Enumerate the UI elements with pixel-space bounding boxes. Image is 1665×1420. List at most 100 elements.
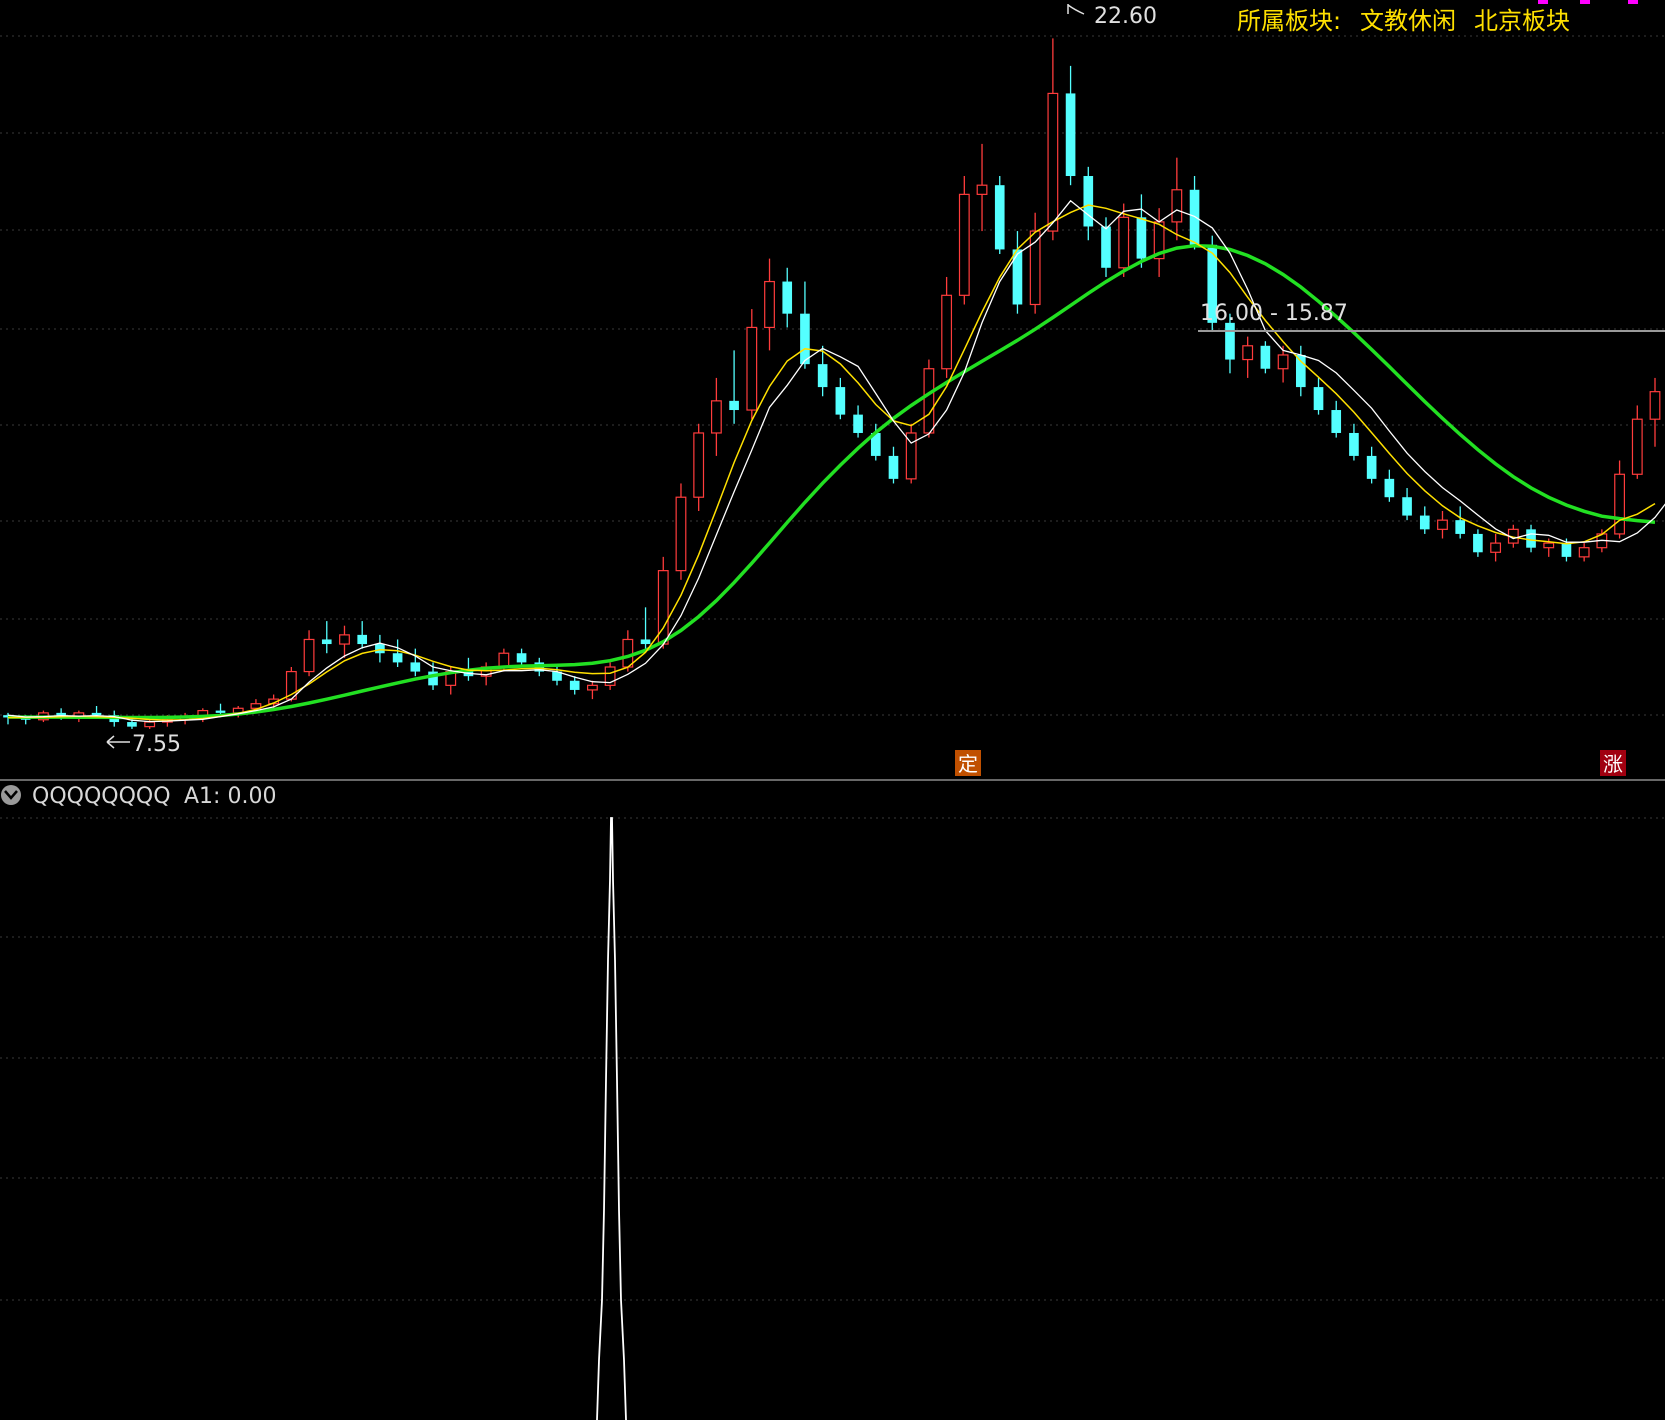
candle [1419, 506, 1430, 534]
candle [569, 676, 580, 695]
candle-body [1295, 354, 1306, 388]
candle [604, 662, 616, 690]
candle-body [321, 639, 332, 645]
grid-lines [0, 35, 1665, 1301]
candle-body [1189, 189, 1200, 245]
candle-body [1578, 547, 1590, 558]
candle-body [958, 193, 970, 296]
candle-body [817, 364, 828, 388]
candle [1153, 208, 1165, 277]
candle-body [622, 638, 634, 668]
candle-body [375, 644, 385, 654]
candle [1029, 212, 1041, 314]
candle [1490, 533, 1502, 562]
candle [321, 621, 332, 654]
candle-body [1047, 92, 1059, 232]
low-arrow-icon [106, 735, 130, 749]
candle-body [1419, 515, 1430, 530]
marker-ding: 定 [958, 752, 978, 776]
candle [1313, 377, 1324, 415]
candle [375, 634, 385, 663]
candle [958, 176, 970, 305]
candle [675, 483, 687, 580]
candle-body [1366, 455, 1377, 479]
candle [410, 648, 421, 677]
candle-body [1614, 473, 1625, 535]
candle [640, 607, 651, 649]
candle [941, 276, 953, 378]
candle-body [1313, 387, 1324, 411]
candle [657, 556, 669, 649]
candle-body [835, 387, 846, 415]
candle [1065, 65, 1076, 186]
low-label: 7.55 [132, 732, 181, 757]
magenta-mark-1 [1538, 0, 1548, 4]
high-flag-icon [1067, 4, 1085, 15]
candle-body [1437, 519, 1448, 530]
candle-body [357, 634, 368, 645]
candle-body [1118, 216, 1130, 269]
candle [1402, 488, 1412, 521]
candle-body [1455, 520, 1466, 534]
candle-body [764, 280, 775, 329]
candle-body [675, 496, 687, 572]
candle [1189, 176, 1200, 250]
candle [516, 648, 527, 667]
candle-body [587, 684, 598, 691]
candle [1260, 341, 1271, 374]
candle [1171, 157, 1183, 241]
candle-body [144, 721, 156, 728]
candle-body [1225, 322, 1235, 360]
range-label: 16.00 - 15.87 [1200, 301, 1348, 326]
candle-body [516, 653, 527, 663]
candle [729, 350, 739, 424]
candle [357, 621, 368, 649]
candle-body [941, 294, 953, 370]
candle [1614, 460, 1625, 539]
collapse-icon[interactable] [1, 785, 21, 805]
candle-body [1242, 345, 1254, 361]
candle-body [1171, 189, 1183, 223]
candle-body [1473, 533, 1483, 553]
candle [1631, 405, 1643, 479]
candle [622, 630, 634, 672]
ma-yellow-line [7, 204, 1656, 721]
candle [339, 625, 350, 658]
candle [800, 281, 810, 369]
candle [693, 423, 705, 511]
candle [1012, 231, 1023, 314]
candle [1437, 510, 1448, 539]
candle-body [1277, 354, 1289, 370]
candle [1526, 524, 1536, 553]
candle [1349, 423, 1359, 461]
sector-1[interactable]: 文教休闲 [1360, 7, 1456, 35]
candle-body [782, 281, 793, 314]
magenta-mark-3 [1628, 0, 1638, 4]
candle [1384, 469, 1395, 502]
sector-label: 所属板块: [1237, 7, 1341, 35]
candle [1295, 345, 1306, 397]
high-label: 22.60 [1094, 4, 1157, 29]
candle-body [1649, 391, 1661, 420]
sector-2[interactable]: 北京板块 [1474, 7, 1570, 35]
candle [976, 143, 988, 232]
candle-body [1331, 410, 1342, 433]
indicator-value: A1: 0.00 [184, 784, 276, 809]
candle-body [1012, 249, 1023, 305]
candle-body [729, 400, 739, 411]
candle-body [1490, 542, 1502, 553]
candle-body [853, 414, 863, 433]
candle-body [640, 639, 651, 645]
magenta-mark-2 [1580, 0, 1590, 4]
candle-body [1526, 529, 1536, 548]
candle [1083, 166, 1094, 241]
candle-body [127, 722, 137, 727]
candle [1455, 506, 1466, 539]
candle [1473, 529, 1483, 557]
candle-body [923, 368, 935, 434]
candle [905, 423, 917, 484]
candle [835, 377, 846, 420]
candle [710, 377, 722, 456]
candle-body [215, 710, 226, 713]
candle-body [1083, 176, 1094, 227]
